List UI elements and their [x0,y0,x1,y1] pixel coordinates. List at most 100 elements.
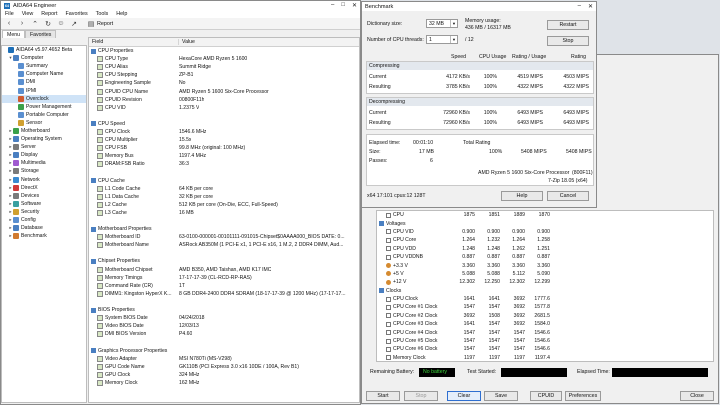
sensor-checkbox[interactable] [386,229,391,235]
grid-row[interactable]: Video Adapter MSI N780Ti (MS-V298) [89,355,359,363]
tree-item[interactable]: ▸ Benchmark [2,232,86,240]
tab-menu[interactable]: Menu [2,30,25,38]
dictionary-size-select[interactable]: 32 MB ▼ [426,19,458,28]
minimize-icon[interactable]: – [331,2,334,9]
help-button[interactable]: Help [501,191,543,201]
clear-button[interactable]: Clear [447,391,481,401]
grid-row[interactable]: Motherboard Chipset AMD B350, AMD Taishan… [89,266,359,274]
grid-row[interactable]: L3 Cache 16 MB [89,209,359,217]
preferences-button[interactable]: Preferences [565,391,601,401]
sensor-row[interactable]: CPU VDDNB 0.887 0.887 0.887 0.887 [377,253,713,261]
sensor-section[interactable]: Voltages [377,219,713,227]
tree-item[interactable]: ▸ Database [2,224,86,232]
stop-button[interactable]: Stop [404,391,438,401]
sensor-row[interactable]: CPU Core #3 Clock 1641 1547 3692 1584.0 [377,320,713,328]
sensor-row[interactable]: Memory Clock 1197 1197 1197 1197.4 [377,354,713,361]
sensor-checkbox[interactable] [386,304,391,310]
cpu-threads-select[interactable]: 1 ▼ [426,35,458,44]
grid-row[interactable]: CPU Type HexaCore AMD Ryzen 5 1600 [89,55,359,63]
sensor-section[interactable]: Clocks [377,287,713,295]
tree-item[interactable]: ▸ Network [2,176,86,184]
sensor-row[interactable]: CPU Core #4 Clock 1547 1547 1547 1546.6 [377,328,713,336]
grid-row[interactable]: Video BIOS Date 12/03/13 [89,322,359,330]
stop-benchmark-button[interactable]: Stop [547,36,589,46]
grid-section-header[interactable]: Chipset Properties [89,257,359,265]
grid-row[interactable]: System BIOS Date 04/24/2018 [89,314,359,322]
grid-row[interactable]: CPUID CPU Name AMD Ryzen 5 1600 Six-Core … [89,87,359,95]
menu-tools[interactable]: Tools [96,11,109,17]
up-icon[interactable]: ⌃ [31,20,39,28]
grid-row[interactable]: Memory Bus 1197.4 MHz [89,152,359,160]
close-button[interactable]: Close [680,391,714,401]
tree-item[interactable]: DMI [2,78,86,86]
restart-button[interactable]: Restart [547,20,589,30]
save-button[interactable]: Save [484,391,518,401]
sensor-row[interactable]: CPU Core #2 Clock 3692 1508 3692 2681.5 [377,312,713,320]
value-column-header[interactable]: Value [179,39,195,45]
menu-file[interactable]: File [5,11,14,17]
grid-section-header[interactable]: CPU Properties [89,47,359,55]
sensor-checkbox[interactable] [386,237,391,243]
tree-item[interactable]: ▸ Security [2,208,86,216]
chart-icon[interactable]: ↗ [70,20,78,28]
grid-row[interactable]: Memory Timings 17-17-17-39 (CL-RCD-RP-RAS… [89,274,359,282]
report-button[interactable]: ▤ Report [87,20,114,28]
start-button[interactable]: Start [366,391,400,401]
tree-item[interactable]: Sensor [2,119,86,127]
sensor-checkbox[interactable] [386,296,391,302]
menu-view[interactable]: View [22,11,34,17]
cpuid-button[interactable]: CPUID [530,391,562,401]
menu-favorites[interactable]: Favorites [65,11,87,17]
grid-row[interactable]: CPU Stepping ZP-B1 [89,71,359,79]
tree-item[interactable]: Computer Name [2,70,86,78]
sensor-row[interactable]: CPU 1875 1851 1889 1870 [377,211,713,219]
sensor-row[interactable]: CPU Core #6 Clock 1547 1547 1547 1546.6 [377,345,713,353]
close-icon[interactable]: ✕ [588,3,593,10]
tree-item[interactable]: AIDA64 v5.97.4652 Beta [2,46,86,54]
tree-item[interactable]: Portable Computer [2,111,86,119]
tree-item[interactable]: ▸ Multimedia [2,159,86,167]
grid-row[interactable]: Motherboard ID 63-0100-000001-00101111-09… [89,233,359,241]
grid-section-header[interactable]: Motherboard Properties [89,225,359,233]
sensor-row[interactable]: CPU Core #5 Clock 1547 1547 1547 1546.6 [377,337,713,345]
tree-item[interactable]: Power Management [2,103,86,111]
tree-item[interactable]: Summary [2,62,86,70]
grid-row[interactable]: CPUID Revision 00800F11h [89,96,359,104]
grid-row[interactable]: CPU Alias Summit Ridge [89,63,359,71]
sensor-row[interactable]: +3.3 V 3.360 3.360 3.360 3.360 [377,261,713,269]
forward-icon[interactable]: › [18,20,26,28]
maximize-icon[interactable]: □ [341,2,345,9]
back-icon[interactable]: ‹ [5,20,13,28]
grid-row[interactable]: GPU Clock 324 MHz [89,371,359,379]
tree-item[interactable]: ▸ Motherboard [2,127,86,135]
grid-row[interactable]: CPU VID 1.2375 V [89,104,359,112]
cancel-button[interactable]: Cancel [547,191,589,201]
tree-item[interactable]: ▾ Computer [2,54,86,62]
sensor-row[interactable]: +5 V 5.088 5.088 5.112 5.090 [377,270,713,278]
grid-section-header[interactable]: CPU Speed [89,120,359,128]
grid-row[interactable]: L1 Data Cache 32 KB per core [89,193,359,201]
grid-section-header[interactable]: CPU Cache [89,177,359,185]
sensor-checkbox[interactable] [386,254,391,260]
grid-row[interactable]: CPU FSB 99.8 MHz (original: 100 MHz) [89,144,359,152]
sensor-checkbox[interactable] [386,338,391,344]
sensor-row[interactable]: CPU Clock 1641 1641 3692 1777.6 [377,295,713,303]
grid-row[interactable]: Memory Clock 162 MHz [89,379,359,387]
refresh-icon[interactable]: ↻ [44,20,52,28]
sensor-checkbox[interactable] [386,330,391,336]
grid-row[interactable]: L2 Cache 512 KB per core (On-Die, ECC, Fu… [89,201,359,209]
minimize-icon[interactable]: – [578,3,581,10]
sensor-row[interactable]: CPU VDD 1.248 1.248 1.262 1.251 [377,245,713,253]
grid-row[interactable]: CPU Clock 1546.6 MHz [89,128,359,136]
tree-item[interactable]: IPMI [2,86,86,94]
menu-help[interactable]: Help [116,11,127,17]
tree-item[interactable]: ▸ Software [2,200,86,208]
field-column-header[interactable]: Field [89,39,179,45]
menu-report[interactable]: Report [41,11,57,17]
tree-item[interactable]: ▸ Display [2,151,86,159]
sensor-checkbox[interactable] [386,212,391,218]
tree-item[interactable]: ▸ Storage [2,167,86,175]
sensor-row[interactable]: CPU Core 1.264 1.232 1.264 1.258 [377,236,713,244]
user-icon[interactable]: ☺ [57,20,65,28]
tree-item[interactable]: ▸ Server [2,143,86,151]
